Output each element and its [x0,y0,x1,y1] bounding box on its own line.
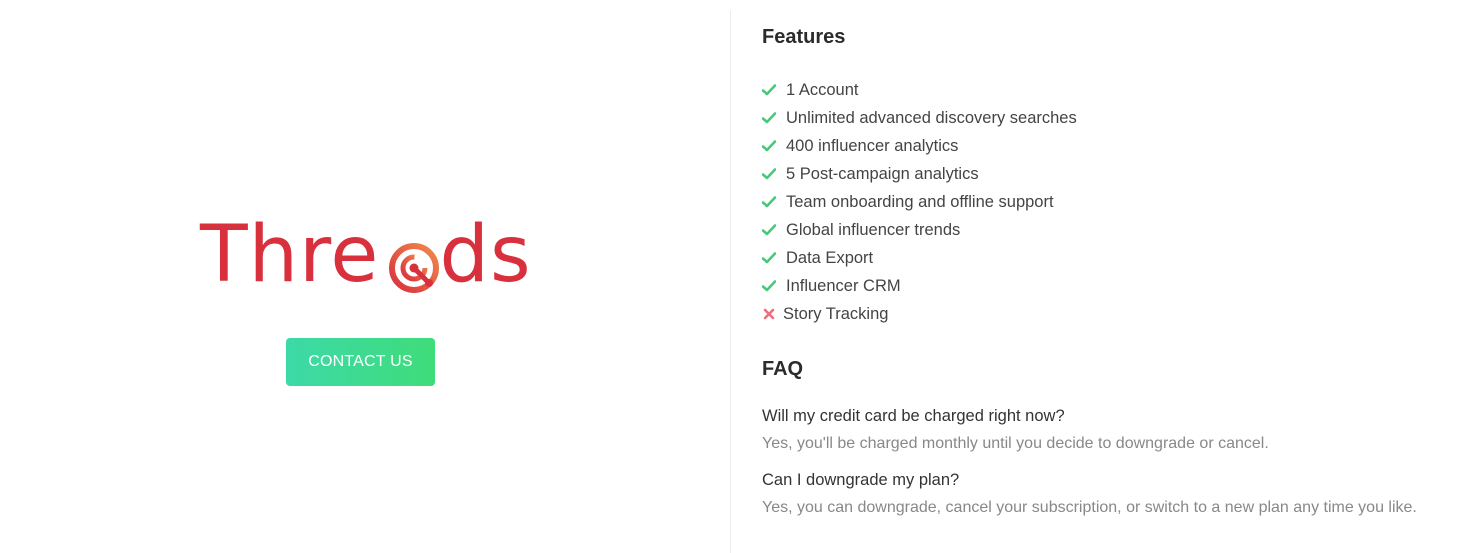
faq-answer: Yes, you'll be charged monthly until you… [762,435,1269,452]
feature-item: Influencer CRM [762,272,1077,300]
check-icon [762,279,776,293]
feature-label: Story Tracking [783,304,889,323]
feature-label: 1 Account [786,80,859,99]
logo-text-part: Thre [200,210,380,300]
faq-answer: Yes, you can downgrade, cancel your subs… [762,499,1417,516]
panel-divider [730,10,731,553]
check-icon [762,139,776,153]
features-title: Features [762,26,846,48]
feature-label: Global influencer trends [786,220,961,239]
feature-item: 1 Account [762,76,1077,104]
faq-question: Can I downgrade my plan? [762,471,960,489]
check-icon [762,251,776,265]
logo-wordmark: Threads [200,212,532,298]
check-icon [762,83,776,97]
check-icon [762,223,776,237]
cross-icon [762,307,776,321]
check-icon [762,111,776,125]
feature-label: 400 influencer analytics [786,136,959,155]
brand-panel: Threads CONTACT US [0,0,730,553]
feature-item: Unlimited advanced discovery searches [762,104,1077,132]
faq-question: Will my credit card be charged right now… [762,407,1065,425]
faq-item: Will my credit card be charged right now… [762,402,1269,458]
feature-label: Data Export [786,248,874,267]
feature-item: Data Export [762,244,1077,272]
contact-us-button[interactable]: CONTACT US [286,338,435,386]
feature-label: 5 Post-campaign analytics [786,164,979,183]
threads-logo: Threads [200,212,545,298]
plan-details-panel: Features 1 Account Unlimited advanced di… [762,0,1452,553]
faq-item: Can I downgrade my plan? Yes, you can do… [762,466,1417,522]
feature-label: Team onboarding and offline support [786,192,1054,211]
feature-label: Influencer CRM [786,276,901,295]
feature-item-excluded: Story Tracking [762,300,1077,328]
feature-item: Global influencer trends [762,216,1077,244]
feature-label: Unlimited advanced discovery searches [786,108,1077,127]
feature-item: 400 influencer analytics [762,132,1077,160]
signal-target-icon [389,243,439,293]
feature-item: Team onboarding and offline support [762,188,1077,216]
check-icon [762,167,776,181]
faq-title: FAQ [762,358,804,380]
feature-item: 5 Post-campaign analytics [762,160,1077,188]
logo-text-part: ds [439,210,532,300]
check-icon [762,195,776,209]
feature-list: 1 Account Unlimited advanced discovery s… [762,76,1077,328]
